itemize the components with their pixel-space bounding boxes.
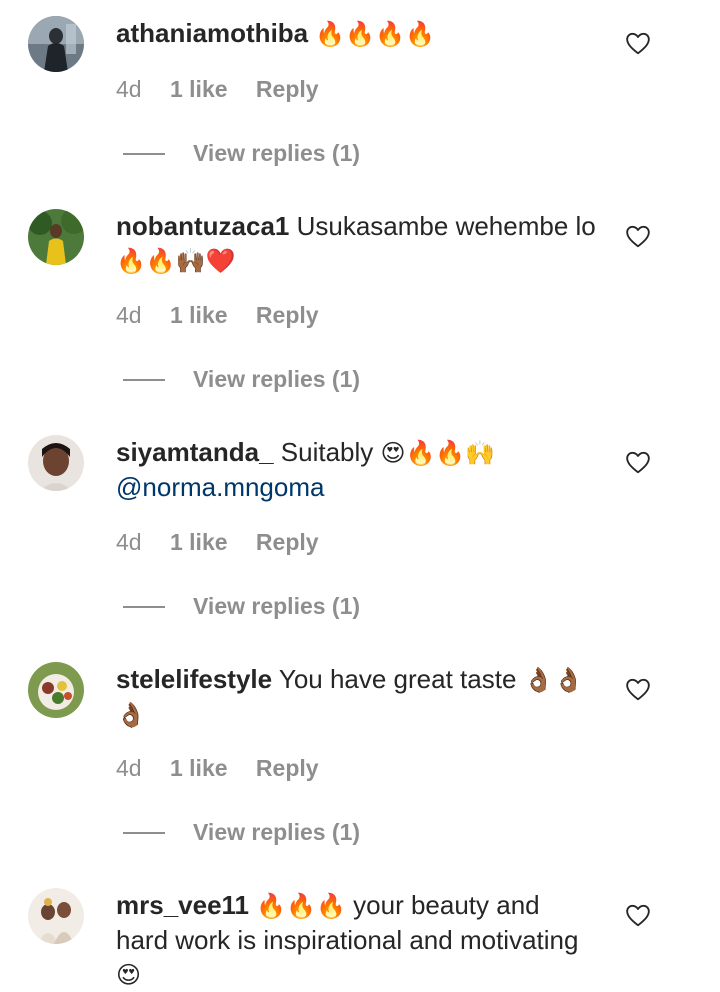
reply-button[interactable]: Reply xyxy=(256,528,319,556)
comment-meta: 4d 1 like Reply xyxy=(116,301,319,329)
comment-body: athaniamothiba 🔥🔥🔥🔥 xyxy=(116,16,596,51)
comment-meta: 4d 1 like Reply xyxy=(116,75,319,103)
username[interactable]: siyamtanda_ xyxy=(116,437,274,467)
reply-button[interactable]: Reply xyxy=(256,754,319,782)
like-count[interactable]: 1 like xyxy=(170,754,228,782)
comment-meta: 4d 1 like Reply xyxy=(116,528,319,556)
like-count[interactable]: 1 like xyxy=(170,75,228,103)
comment-body: siyamtanda_ Suitably 😍🔥🔥🙌 @norma.mngoma xyxy=(116,435,596,504)
timestamp: 4d xyxy=(116,76,142,102)
comment-emoji: 😍🔥🔥🙌 xyxy=(380,439,496,467)
comment-emoji: 🔥🔥🔥🔥 xyxy=(315,20,435,48)
heart-outline-icon[interactable] xyxy=(625,224,651,248)
timestamp: 4d xyxy=(116,302,142,328)
heart-outline-icon[interactable] xyxy=(625,31,651,55)
username[interactable]: stelelifestyle xyxy=(116,664,272,694)
replies-divider xyxy=(123,153,165,155)
comment-text: Suitably xyxy=(280,437,374,467)
replies-divider xyxy=(123,606,165,608)
username[interactable]: nobantuzaca1 xyxy=(116,211,289,241)
replies-divider xyxy=(123,832,165,834)
avatar[interactable] xyxy=(28,435,84,491)
heart-outline-icon[interactable] xyxy=(625,903,651,927)
comment-body: mrs_vee11 🔥🔥🔥 your beauty and hard work … xyxy=(116,888,596,992)
reply-button[interactable]: Reply xyxy=(256,75,319,103)
comment-emoji: 🔥🔥🙌🏾❤️ xyxy=(116,247,236,275)
timestamp: 4d xyxy=(116,755,142,781)
view-replies-button[interactable]: View replies (1) xyxy=(193,592,360,620)
timestamp: 4d xyxy=(116,529,142,555)
comment-emoji-lead: 🔥🔥🔥 xyxy=(256,892,346,920)
view-replies-button[interactable]: View replies (1) xyxy=(193,139,360,167)
replies-divider xyxy=(123,379,165,381)
username[interactable]: mrs_vee11 xyxy=(116,890,249,920)
comment-body: stelelifestyle You have great taste 👌🏾👌🏾… xyxy=(116,662,596,732)
comment-meta: 4d 1 like Reply xyxy=(116,754,319,782)
comment-text: You have great taste xyxy=(278,664,517,694)
avatar[interactable] xyxy=(28,662,84,718)
avatar[interactable] xyxy=(28,16,84,72)
heart-outline-icon[interactable] xyxy=(625,677,651,701)
comment-body: nobantuzaca1 Usukasambe wehembe lo 🔥🔥🙌🏾❤️ xyxy=(116,209,596,278)
username[interactable]: athaniamothiba xyxy=(116,18,308,48)
like-count[interactable]: 1 like xyxy=(170,301,228,329)
reply-button[interactable]: Reply xyxy=(256,301,319,329)
avatar[interactable] xyxy=(28,209,84,265)
comment-text: Usukasambe wehembe lo xyxy=(296,211,596,241)
view-replies-button[interactable]: View replies (1) xyxy=(193,365,360,393)
avatar[interactable] xyxy=(28,888,84,944)
heart-outline-icon[interactable] xyxy=(625,450,651,474)
view-replies-button[interactable]: View replies (1) xyxy=(193,818,360,846)
like-count[interactable]: 1 like xyxy=(170,528,228,556)
mention-link[interactable]: @norma.mngoma xyxy=(116,472,324,502)
